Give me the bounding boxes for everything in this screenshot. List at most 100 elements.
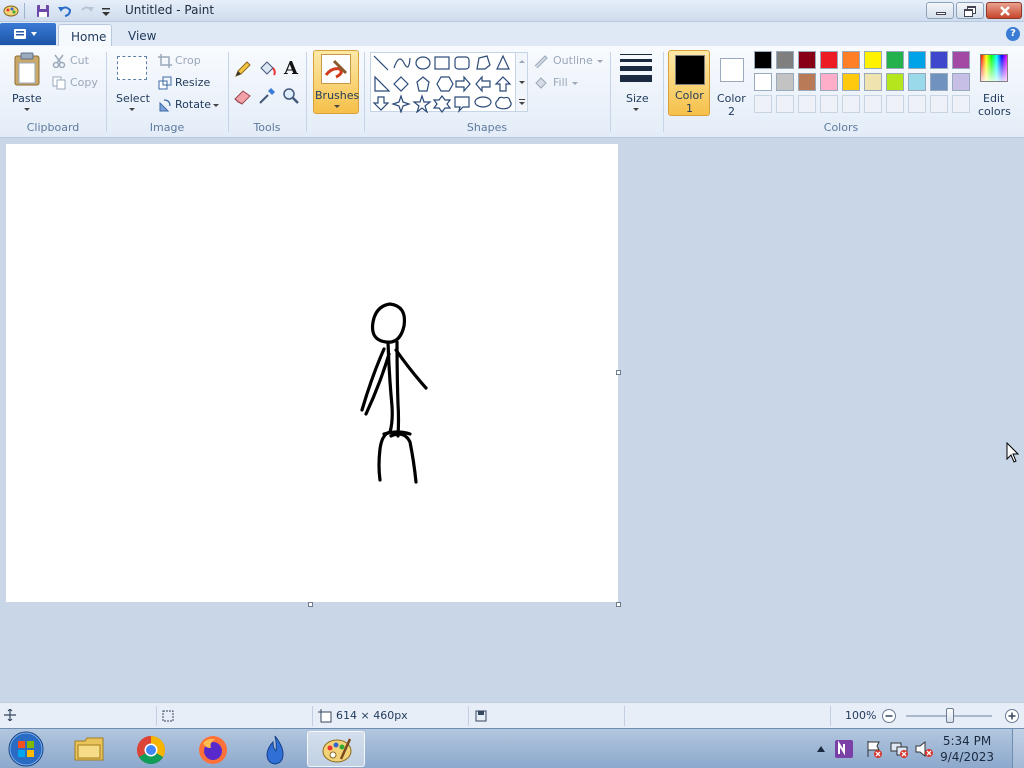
custom-color-slot[interactable] [798,95,816,113]
tab-view[interactable]: View [116,24,166,46]
custom-color-slot[interactable] [886,95,904,113]
resize-handle-right[interactable] [616,370,621,375]
color-swatch[interactable] [820,51,838,69]
color-swatch[interactable] [930,51,948,69]
taskbar-chrome[interactable] [122,731,180,767]
edit-colors-label: Edit [983,92,1005,105]
size-button[interactable]: Size [616,50,658,116]
tab-home[interactable]: Home [58,24,112,46]
color-swatch[interactable] [842,51,860,69]
color-swatch[interactable] [776,51,794,69]
outline-icon [534,55,548,68]
fill-button[interactable]: Fill [533,75,583,93]
custom-color-slot[interactable] [930,95,948,113]
chevron-down-icon[interactable] [518,80,526,85]
color-swatch[interactable] [798,51,816,69]
select-button[interactable]: Select [112,50,152,116]
custom-color-slot[interactable] [776,95,794,113]
pencil-icon[interactable] [233,59,253,79]
custom-color-slot[interactable] [754,95,772,113]
brushes-button[interactable]: Brushes [313,50,359,114]
shapes-scrollbar[interactable] [515,53,527,111]
color-swatch[interactable] [864,51,882,69]
resize-handle-bottom[interactable] [308,602,313,607]
outline-button[interactable]: Outline [533,53,605,71]
taskbar: 5:34 PM 9/4/2023 [0,728,1024,768]
start-button[interactable] [6,730,46,768]
undo-icon[interactable] [57,3,73,19]
color-swatch[interactable] [754,51,772,69]
save-icon[interactable] [35,3,51,19]
paint-app-icon[interactable] [3,3,19,19]
color1-button[interactable]: Color 1 [668,50,710,116]
color-swatch[interactable] [952,51,970,69]
color-swatch[interactable] [842,73,860,91]
resize-button[interactable]: Resize [156,75,216,93]
color-picker-icon[interactable] [257,86,277,106]
color-swatch[interactable] [886,51,904,69]
paint-menu-button[interactable] [0,23,56,45]
taskbar-firefox[interactable] [184,731,242,767]
expand-gallery-icon[interactable] [518,98,526,106]
custom-color-slot[interactable] [864,95,882,113]
size-label: Size [626,92,649,105]
color-swatch[interactable] [886,73,904,91]
color-swatch[interactable] [908,51,926,69]
crop-button[interactable]: Crop [156,53,216,71]
zoom-in-icon[interactable] [1004,708,1020,724]
hexagon-shape [436,76,454,92]
zoom-out-icon[interactable] [881,708,897,724]
paste-icon [14,52,40,86]
rotate-button[interactable]: Rotate [156,97,222,115]
customize-toolbar-icon[interactable] [98,3,114,19]
color-swatch[interactable] [864,73,882,91]
zoom-slider-thumb[interactable] [946,708,954,723]
cut-button[interactable]: Cut [52,53,102,71]
color-swatch[interactable] [798,73,816,91]
custom-color-slot[interactable] [820,95,838,113]
text-tool-icon[interactable]: A [281,58,301,79]
taskbar-app[interactable] [246,731,304,767]
fill-bucket-icon[interactable] [257,59,277,79]
close-button[interactable] [986,2,1022,19]
paste-button[interactable]: Paste [6,50,48,116]
taskbar-explorer[interactable] [60,731,118,767]
minimize-button[interactable] [926,2,954,19]
rotate-icon [159,99,171,112]
up-arrow-shape [494,76,512,92]
drawing-canvas[interactable] [6,144,618,602]
custom-color-slot[interactable] [908,95,926,113]
color-swatch[interactable] [776,73,794,91]
copy-button[interactable]: Copy [52,75,102,93]
volume-icon[interactable] [914,739,934,759]
resize-handle-corner[interactable] [616,602,621,607]
edit-colors-button[interactable]: Edit colors [976,50,1012,118]
custom-color-slot[interactable] [842,95,860,113]
color-swatch[interactable] [820,73,838,91]
status-bar: 614 × 460px 100% [0,702,1024,728]
onenote-tray-icon[interactable] [834,739,854,759]
chevron-up-icon[interactable] [518,59,526,64]
magnifier-icon[interactable] [281,86,301,106]
file-size-icon [475,710,487,722]
four-point-star-shape [391,94,411,113]
show-hidden-icons-icon[interactable] [816,745,826,753]
custom-color-slot[interactable] [952,95,970,113]
action-center-icon[interactable] [864,739,884,759]
color-swatch[interactable] [754,73,772,91]
menu-icon [14,29,37,39]
network-icon[interactable] [889,739,909,759]
color2-button[interactable]: Color 2 [712,50,752,118]
color-swatch[interactable] [930,73,948,91]
clock[interactable]: 5:34 PM 9/4/2023 [940,733,994,765]
show-desktop-button[interactable] [1012,729,1024,768]
edit-colors-icon [980,54,1008,82]
color2-label: Color [717,92,746,105]
help-icon[interactable]: ? [1006,27,1020,41]
color-swatch[interactable] [908,73,926,91]
restore-button[interactable] [956,2,984,19]
redo-icon[interactable] [79,3,95,19]
color-swatch[interactable] [952,73,970,91]
taskbar-paint[interactable] [307,731,365,767]
eraser-icon[interactable] [233,86,253,106]
